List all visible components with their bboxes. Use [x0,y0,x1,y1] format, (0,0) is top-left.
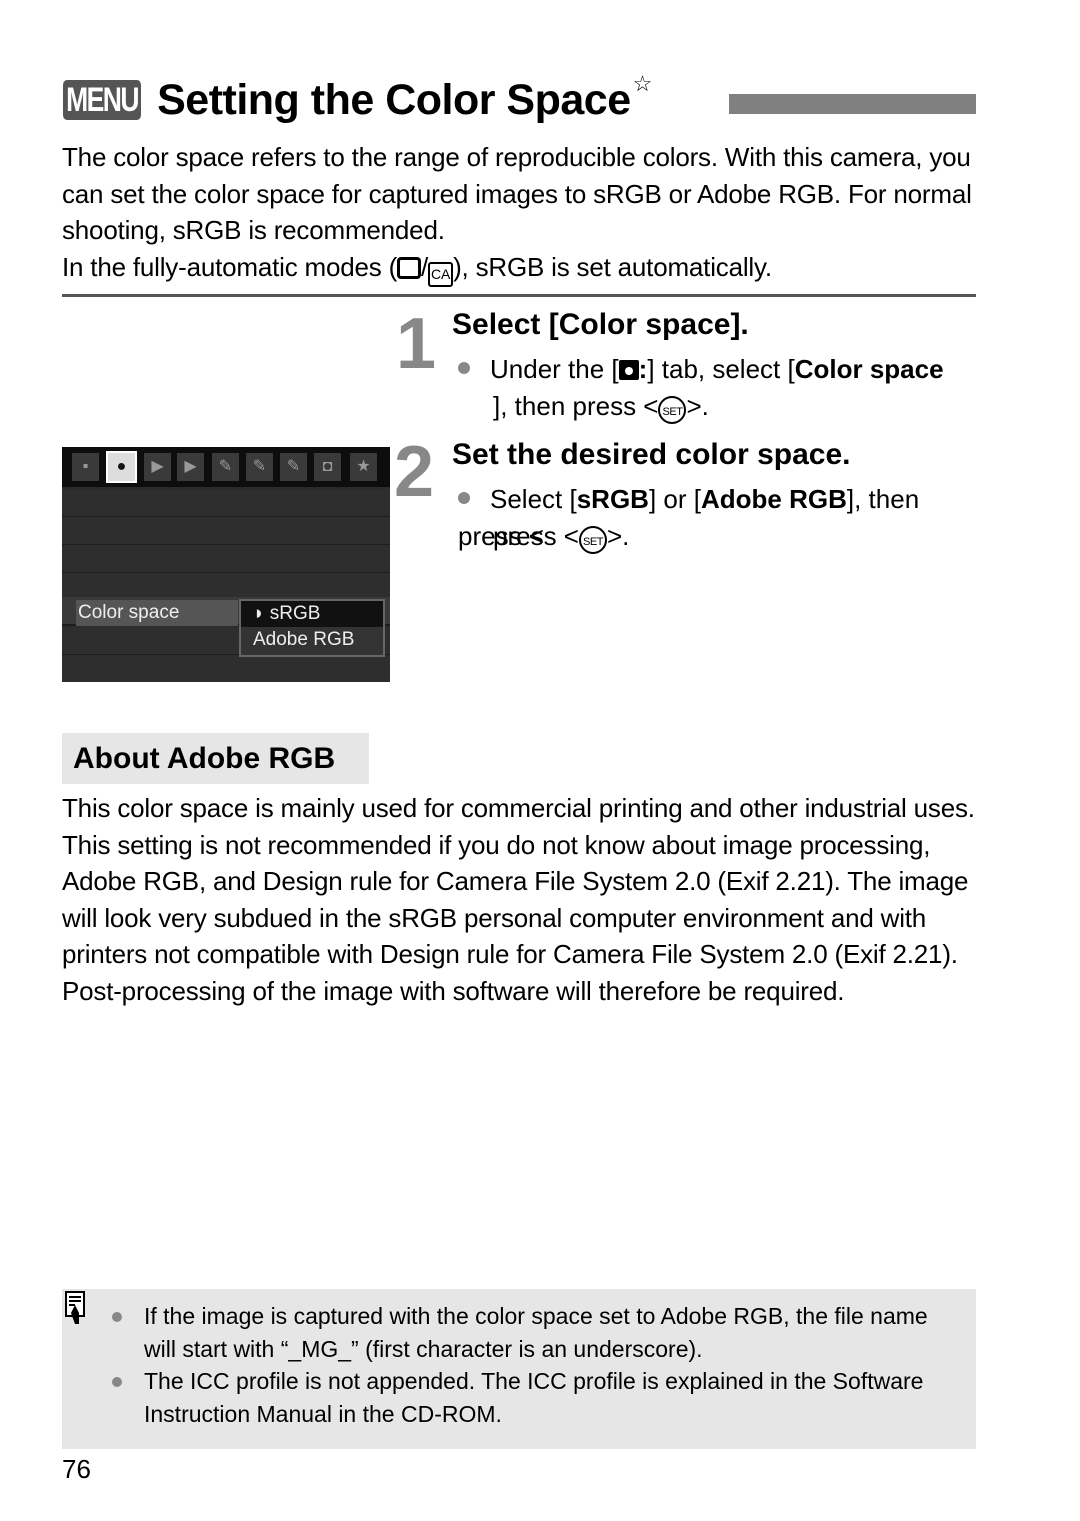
camera-lcd-screenshot: ▪ ● ▶ ▶ ✎ ✎ ✎ ◘ ★ Color space ◗ sRGB Ado… [62,447,390,682]
lcd-tab-active[interactable]: ● [106,451,137,483]
lcd-tab[interactable]: ▶ [144,453,171,481]
intro-text: The color space refers to the range of r… [62,139,982,287]
lcd-row [62,655,390,682]
page-title: Setting the Color Space [157,75,631,124]
bullet-icon [458,492,470,504]
menu-tab-badge: MENU [63,80,142,120]
lcd-menu-tabs: ▪ ● ▶ ▶ ✎ ✎ ✎ ◘ ★ [62,447,390,487]
full-auto-mode-icon [397,256,422,279]
step-instruction-cont: press < SET >. [493,518,793,555]
step-number: 2 [394,432,435,512]
lcd-option-menu: ◗ sRGB Adobe RGB [239,599,385,657]
shooting-menu-tab-icon [618,360,639,380]
creative-auto-icon: CA [428,261,454,287]
lcd-tab[interactable]: ▶ [177,453,204,481]
step-heading: Select [Color space]. [452,308,749,341]
title-row: MENU Setting the Color Space ☆ [63,71,653,128]
lcd-row [62,489,390,518]
lcd-row [62,517,390,546]
lcd-option-srgb[interactable]: ◗ sRGB [241,601,383,627]
section-divider [62,294,976,297]
set-button-icon: SET [658,396,687,424]
step-number: 1 [396,304,437,384]
page-number: 76 [62,1454,91,1484]
section-heading: About Adobe RGB [62,733,369,784]
lcd-tab[interactable]: ◘ [314,453,341,481]
bullet-icon [458,362,470,374]
set-button-icon: SET [579,526,607,554]
lcd-setting-label[interactable]: Color space [76,600,238,626]
bullet-icon [112,1377,122,1387]
lcd-tab[interactable]: ✎ [280,453,307,481]
title-decorative-bar [729,94,976,114]
note-icon [65,1291,85,1324]
lcd-tab[interactable]: ✎ [246,453,273,481]
step-instruction: Select [sRGB] or [Adobe RGB], then press… [458,484,920,551]
note-item: If the image is captured with the color … [112,1300,942,1366]
lcd-tab[interactable]: ▪ [72,453,99,481]
lcd-tab[interactable]: ★ [350,453,377,481]
lcd-tab[interactable]: ✎ [212,453,239,481]
about-paragraph: This color space is mainly used for comm… [62,793,975,1006]
lcd-row [62,545,390,574]
intro-paragraph: The color space refers to the range of r… [62,142,972,245]
step-heading: Set the desired color space. [452,438,851,471]
star-icon: ☆ [632,71,653,96]
bullet-icon [112,1312,122,1322]
lcd-option-adobe-rgb[interactable]: Adobe RGB [241,627,383,653]
note-item: The ICC profile is not appended. The ICC… [112,1365,942,1431]
selector-icon: ◗ [253,603,265,624]
step-instruction: Under the [:] tab, select [Color space ]… [458,351,958,425]
auto-mode-line: In the fully-automatic modes (/ CA), sRGB… [62,249,982,287]
